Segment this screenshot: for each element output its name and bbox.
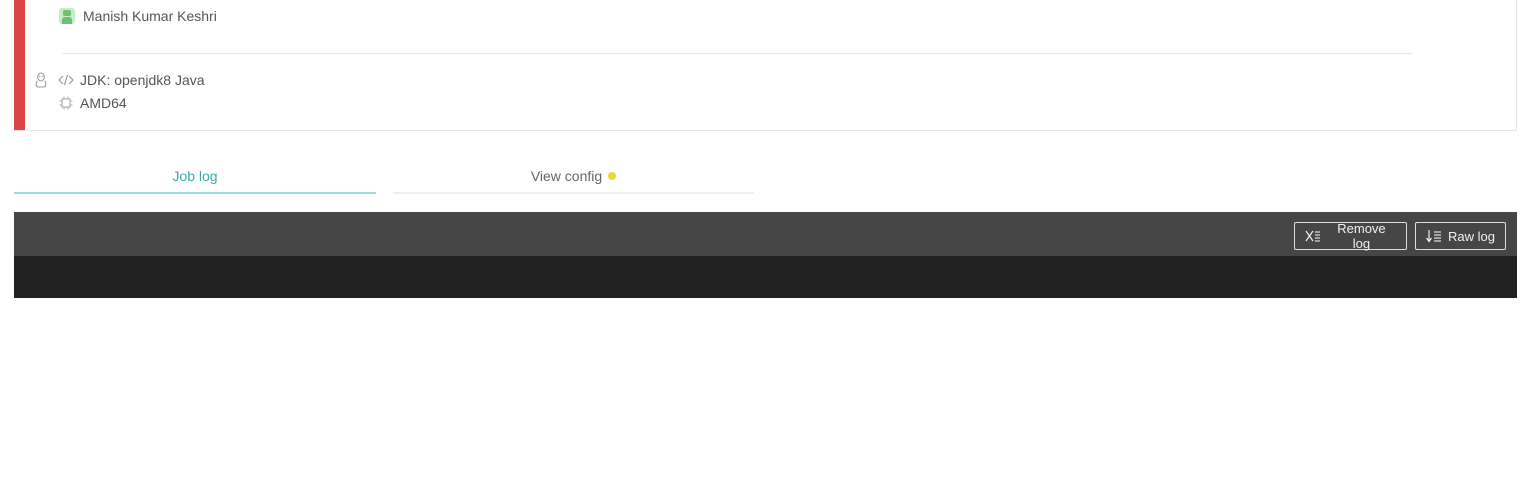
- raw-log-label: Raw log: [1448, 228, 1495, 244]
- architecture-info: AMD64: [58, 95, 127, 111]
- remove-log-button[interactable]: Remove log: [1294, 221, 1407, 251]
- log-toolbar: Remove log Raw log: [14, 212, 1517, 256]
- config-warning-dot: [608, 172, 617, 180]
- job-summary-card: Manish Kumar Keshri JDK: openjdk8 Java A…: [14, 0, 1517, 131]
- commit-author: Manish Kumar Keshri: [59, 8, 217, 24]
- tab-job-log[interactable]: Job log: [14, 160, 376, 194]
- architecture-label: AMD64: [80, 95, 127, 111]
- author-name: Manish Kumar Keshri: [83, 8, 217, 24]
- language-label: JDK: openjdk8 Java: [80, 72, 205, 88]
- failed-status-stripe: [14, 0, 25, 130]
- divider: [62, 53, 1413, 54]
- remove-log-icon: [1305, 230, 1320, 242]
- linux-tux-icon: [34, 72, 48, 93]
- tab-job-log-label: Job log: [172, 168, 218, 184]
- raw-log-icon: [1426, 230, 1441, 243]
- tab-view-config-label: View config: [530, 168, 603, 184]
- cpu-chip-icon: [58, 95, 74, 111]
- tab-view-config[interactable]: View config: [393, 160, 754, 194]
- language-info: JDK: openjdk8 Java: [58, 72, 205, 88]
- remove-log-label: Remove log: [1337, 221, 1386, 251]
- raw-log-button[interactable]: Raw log: [1415, 222, 1506, 250]
- log-output[interactable]: [14, 256, 1517, 298]
- user-avatar-icon: [59, 8, 75, 24]
- code-icon: [58, 72, 74, 88]
